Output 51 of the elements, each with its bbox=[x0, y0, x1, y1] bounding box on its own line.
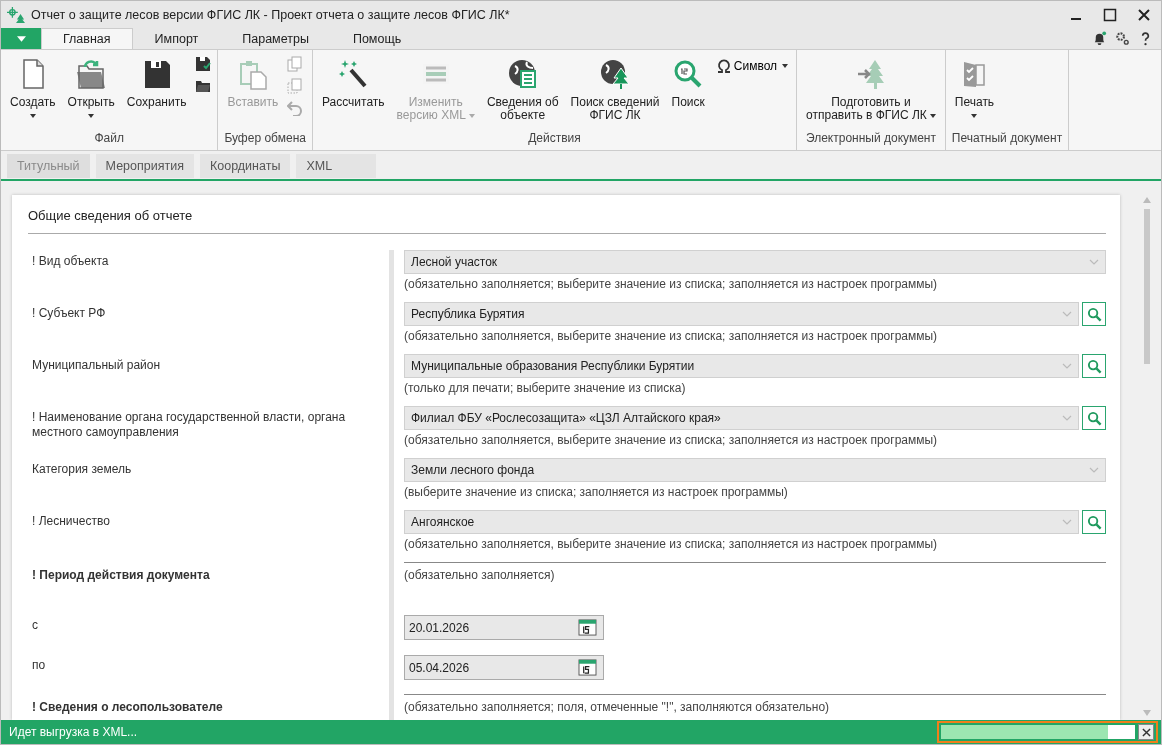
field-hint: (только для печати; выберите значение из списка) bbox=[404, 381, 687, 395]
dropdown-field[interactable]: Земли лесного фонда bbox=[404, 458, 1106, 482]
field-label: Категория земель bbox=[31, 461, 133, 478]
field-label: ! Период действия документа bbox=[31, 567, 211, 584]
ribbon-group-label: Электронный документ bbox=[804, 130, 937, 147]
ribbon-tab[interactable]: Параметры bbox=[220, 28, 331, 49]
ribbon-button[interactable]: Подготовить и отправить в ФГИС ЛК bbox=[803, 54, 939, 124]
dropdown-field[interactable]: Лесной участок bbox=[404, 250, 1106, 274]
dropdown-field[interactable]: Филиал ФБУ «Рослесозащита» «ЦЗЛ Алтайского края» bbox=[404, 406, 1079, 430]
field-label: Муниципальный район bbox=[31, 357, 162, 374]
ribbon-button[interactable]: Символ bbox=[713, 56, 791, 76]
ribbon-tab[interactable]: Помощь bbox=[330, 28, 424, 49]
ribbon-button[interactable]: Открыть bbox=[64, 54, 118, 120]
field-label: ! Вид объекта bbox=[31, 253, 110, 270]
dropdown-field[interactable]: Муниципальные образования Республики Бурятии bbox=[404, 354, 1079, 378]
field-hint: (обязательно заполняется, выберите значение из списка; заполняется из настроек программы) bbox=[404, 537, 939, 551]
ribbon-button[interactable]: Создать bbox=[7, 54, 59, 120]
ribbon-group-label: Буфер обмена bbox=[224, 130, 306, 147]
ribbon-tab[interactable]: Импорт bbox=[132, 28, 221, 49]
field-hint: (обязательно заполняется, выберите значение из списка; заполняется из настроек программы) bbox=[404, 433, 939, 447]
field-hint: (обязательно заполняется; выберите значение из списка; заполняется из настроек программы) bbox=[404, 277, 939, 291]
ribbon-button[interactable]: Поиск сведений ФГИС ЛК bbox=[567, 54, 663, 124]
ribbon-group-label: Действия bbox=[527, 130, 582, 147]
field-label: ! Наименование органа государственной власти, органа местного самоуправления bbox=[31, 409, 347, 441]
ribbon-button[interactable]: Сохранить bbox=[123, 54, 190, 111]
date-field[interactable]: 20.01.2026 bbox=[404, 615, 604, 640]
document-tab[interactable]: Мероприятия bbox=[95, 154, 194, 178]
section-title: Общие сведения об отчете bbox=[28, 195, 1106, 234]
field-label: ! Субъект РФ bbox=[31, 305, 107, 322]
field-label: ! Лесничество bbox=[31, 513, 111, 530]
field-hint: (выберите значение из списка; заполняется из настроек программы) bbox=[404, 485, 789, 499]
field-label: ! Сведения о лесопользователе bbox=[31, 699, 224, 716]
status-text: Идет выгрузка в XML... bbox=[9, 725, 138, 739]
dropdown-field[interactable]: Республика Бурятия bbox=[404, 302, 1079, 326]
ribbon-button[interactable]: Печать bbox=[951, 54, 998, 120]
field-hint: (обязательно заполняется) bbox=[404, 568, 556, 582]
ribbon-group-label: Печатный документ bbox=[951, 130, 1063, 147]
ribbon-button[interactable]: Рассчитать bbox=[318, 54, 388, 111]
date-field[interactable]: 05.04.2026 bbox=[404, 655, 604, 680]
dropdown-field[interactable]: Ангоянское bbox=[404, 510, 1079, 534]
document-tab[interactable]: XML bbox=[296, 154, 377, 178]
ribbon-tab[interactable]: Главная bbox=[41, 28, 133, 49]
ribbon-group-label: Файл bbox=[93, 130, 125, 147]
ribbon-button[interactable]: Поиск bbox=[668, 54, 708, 111]
field-hint: (обязательно заполняется, выберите значение из списка; заполняется из настроек программы) bbox=[404, 329, 939, 343]
window-title: Отчет о защите лесов версии ФГИС ЛК - Проект отчета о защите лесов ФГИС ЛК* bbox=[31, 7, 510, 22]
field-hint: (обязательно заполняется; поля, отмеченные "!", заполняются обязательно) bbox=[404, 700, 831, 714]
field-label: по bbox=[31, 657, 47, 674]
field-label: с bbox=[31, 617, 39, 634]
document-tab[interactable]: Координаты bbox=[199, 154, 291, 178]
ribbon-button[interactable]: Сведения об объекте bbox=[483, 54, 562, 124]
